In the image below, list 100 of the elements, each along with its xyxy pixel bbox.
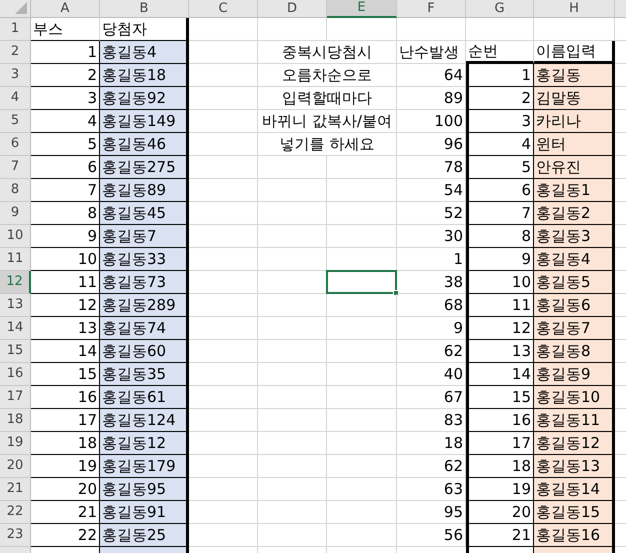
cell-text: 78 (444, 156, 464, 178)
cell-text: 홍길동6 (535, 294, 591, 316)
cell-text: 15 (78, 364, 98, 385)
table-cell (258, 225, 327, 248)
cell-text: 95 (444, 502, 464, 523)
row-header[interactable]: 9 (0, 202, 31, 225)
row-header[interactable]: 19 (0, 432, 31, 455)
column-header[interactable]: E (327, 0, 397, 18)
row-header[interactable]: 22 (0, 501, 31, 524)
table-cell (189, 455, 258, 478)
cell-text: 홍길동7 (535, 318, 591, 339)
row-header[interactable]: 23 (0, 524, 31, 547)
row-header[interactable]: 20 (0, 455, 31, 478)
cell-text: 당첨자 (101, 18, 147, 40)
table-cell (189, 432, 258, 455)
row-header[interactable]: 4 (0, 87, 31, 110)
cell-text: 홍길동5 (535, 272, 591, 293)
column-header[interactable]: C (189, 0, 258, 18)
table-cell (258, 340, 327, 363)
cell-text: 4 (521, 134, 532, 155)
cell-text: 8 (521, 226, 532, 247)
row-header[interactable]: 13 (0, 294, 31, 317)
cell-text: 52 (444, 202, 464, 224)
cell-text: 홍길동45 (101, 202, 166, 224)
column-header[interactable]: B (100, 0, 189, 18)
row-header[interactable]: 5 (0, 110, 31, 133)
cell-text: 홍길동14 (535, 478, 600, 500)
table-cell (258, 455, 327, 478)
cell-text: 홍길동 (535, 64, 581, 86)
cell-text: 11 (512, 294, 532, 316)
cell-text: 6 (521, 180, 532, 201)
row-header[interactable]: 7 (0, 156, 31, 179)
cell-text: 홍길동289 (101, 294, 176, 316)
row-header[interactable]: 18 (0, 409, 31, 432)
cell-text: 21 (512, 524, 532, 546)
table-cell (189, 248, 258, 271)
row-header[interactable]: 1 (0, 18, 31, 41)
cell-text: 16 (512, 410, 532, 431)
table-cell (189, 409, 258, 432)
cell-text: 홍길동73 (101, 272, 166, 293)
table-cell (258, 409, 327, 432)
row-header[interactable]: 21 (0, 478, 31, 501)
row-header[interactable]: 12 (0, 271, 31, 294)
row-header[interactable]: 16 (0, 363, 31, 386)
cell-text: 3 (521, 110, 532, 132)
cell-text: 홍길동11 (535, 410, 600, 431)
cell-text: 홍길동61 (101, 386, 166, 408)
column-header[interactable]: A (31, 0, 100, 18)
cell-text: 12 (78, 294, 98, 316)
row-header[interactable]: 17 (0, 386, 31, 409)
row-header[interactable]: 3 (0, 64, 31, 87)
cell-text: 21 (78, 502, 98, 523)
select-all-icon[interactable] (15, 2, 27, 14)
cell-text: 9 (87, 226, 98, 247)
cell-text: 부스 (32, 18, 63, 40)
row-header[interactable]: 8 (0, 179, 31, 202)
cell-text: 17 (78, 410, 98, 431)
cell-text: 67 (444, 386, 464, 408)
table-cell (189, 202, 258, 225)
column-header[interactable]: H (534, 0, 615, 18)
row-header[interactable]: 14 (0, 317, 31, 340)
column-header[interactable]: G (466, 0, 534, 18)
cell-text: 홍길동25 (101, 524, 166, 546)
cell-text: 20 (512, 502, 532, 523)
column-header[interactable]: D (258, 0, 327, 18)
cell-text: 홍길동12 (101, 432, 166, 454)
cell-text: 홍길동1 (535, 180, 591, 201)
cell-text: 18 (78, 432, 98, 454)
table-cell (258, 501, 327, 524)
cell-text: 홍길동12 (535, 432, 600, 454)
cell-text: 9 (453, 318, 464, 339)
table-cell (189, 225, 258, 248)
table-cell (189, 501, 258, 524)
cell-text: 홍길동4 (535, 248, 591, 270)
cell-text: 2 (521, 88, 532, 109)
row-header[interactable]: 6 (0, 133, 31, 156)
table-cell (189, 340, 258, 363)
cell-text: 1 (87, 42, 98, 63)
cell-text: 11 (78, 272, 98, 293)
cell-text: 7 (87, 180, 98, 201)
table-cell (189, 179, 258, 202)
cell-text: 홍길동149 (101, 110, 176, 132)
cell-text: 13 (512, 340, 532, 362)
cell-text: 13 (78, 318, 98, 339)
row-header[interactable]: 10 (0, 225, 31, 248)
cell-text: 7 (521, 202, 532, 224)
column-header[interactable] (615, 0, 626, 18)
row-header[interactable]: 11 (0, 248, 31, 271)
cell-text: 윈터 (535, 134, 566, 155)
cell-text: 56 (444, 524, 464, 546)
row-header[interactable]: 15 (0, 340, 31, 363)
cell-text: 홍길동10 (535, 386, 600, 408)
cell-text: 이름입력 (535, 40, 596, 62)
cell-text: 62 (444, 340, 464, 362)
cell-text: 홍길동89 (101, 180, 166, 201)
cell-text: 2 (87, 64, 98, 86)
column-header[interactable]: F (397, 0, 466, 18)
cell-text: 14 (512, 364, 532, 385)
row-header[interactable]: 2 (0, 41, 31, 64)
corner-header[interactable] (0, 0, 31, 18)
